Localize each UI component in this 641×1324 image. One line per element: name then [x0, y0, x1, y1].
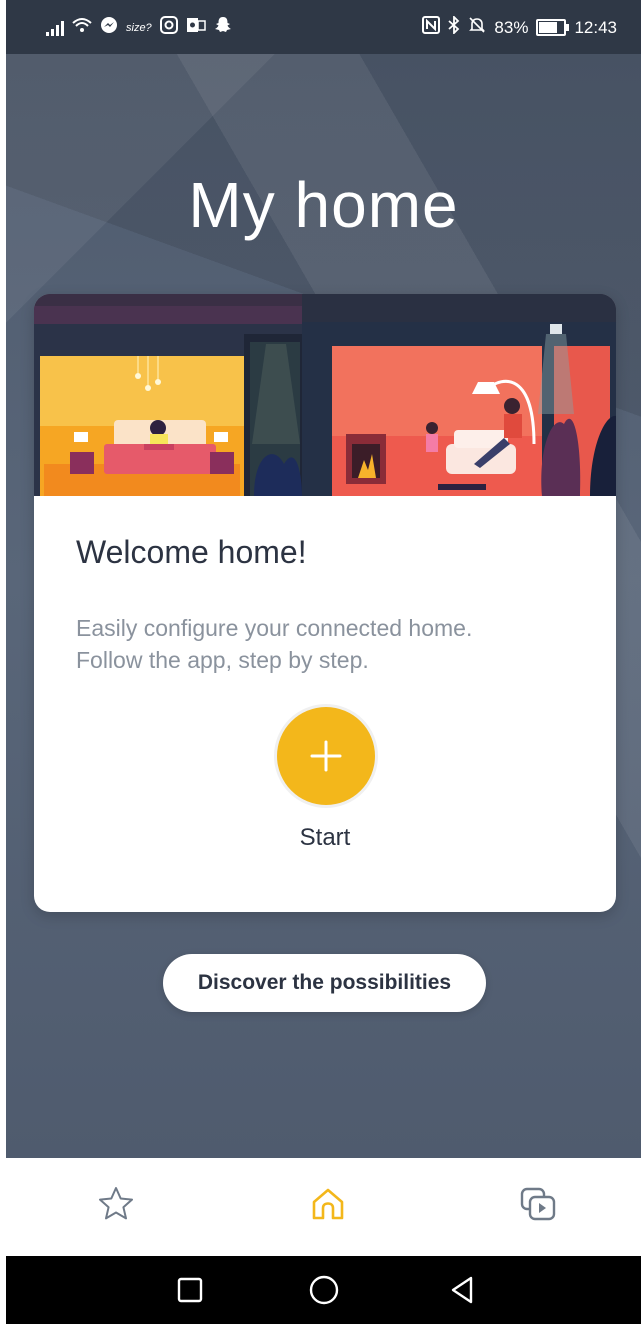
circle-icon	[309, 1275, 339, 1305]
back-button[interactable]	[442, 1270, 482, 1310]
start-label: Start	[299, 824, 351, 851]
clock-time: 12:43	[574, 17, 617, 37]
welcome-heading: Welcome home!	[76, 534, 307, 570]
media-icon	[520, 1187, 556, 1221]
nav-favorites[interactable]	[92, 1180, 140, 1228]
battery-level	[539, 22, 558, 33]
battery-percent: 83%	[494, 17, 529, 37]
recents-button[interactable]	[170, 1270, 210, 1310]
home-icon	[312, 1188, 344, 1220]
system-navigation-bar	[6, 1256, 641, 1324]
signal-icon	[46, 20, 64, 36]
bluetooth-icon	[448, 14, 460, 39]
start-button-circle[interactable]	[277, 707, 375, 805]
size-app-icon: size?	[126, 21, 152, 34]
bottom-navigation	[6, 1158, 641, 1256]
nav-home[interactable]	[304, 1180, 352, 1228]
welcome-card: Welcome home! Easily configure your conn…	[34, 294, 616, 912]
square-icon	[177, 1277, 203, 1303]
battery-icon	[536, 19, 570, 36]
triangle-back-icon	[451, 1276, 473, 1304]
outlook-icon	[186, 16, 206, 39]
instagram-icon	[159, 16, 178, 39]
mute-icon	[468, 16, 486, 39]
discover-possibilities-button[interactable]: Discover the possibilities	[163, 954, 486, 1012]
welcome-description: Easily configure your connected home. Fo…	[76, 612, 586, 676]
star-icon	[99, 1187, 133, 1220]
status-right-icons: 83% 12:43	[422, 14, 617, 39]
status-bar: size? 83% 12:43	[6, 0, 641, 54]
wifi-icon	[72, 17, 92, 38]
messenger-icon	[100, 16, 118, 39]
status-left-icons: size?	[46, 16, 232, 39]
home-system-button[interactable]	[304, 1270, 344, 1310]
welcome-description-line: Follow the app, step by step.	[76, 647, 369, 673]
nfc-icon	[422, 16, 441, 39]
home-illustration	[34, 294, 616, 496]
snapchat-icon	[214, 16, 232, 39]
start-button[interactable]	[274, 704, 378, 808]
page-title: My home	[188, 169, 459, 241]
nav-media[interactable]	[514, 1180, 562, 1228]
welcome-description-line: Easily configure your connected home.	[76, 615, 473, 641]
plus-icon	[310, 740, 342, 772]
